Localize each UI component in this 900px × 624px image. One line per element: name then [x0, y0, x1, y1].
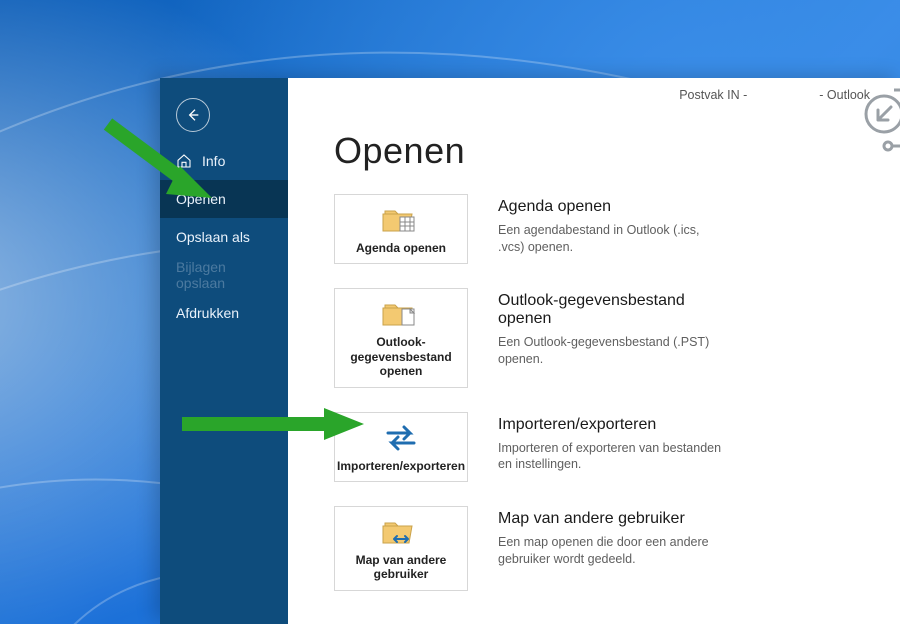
sidebar-item-label: Opslaan als [176, 229, 250, 245]
tile-agenda-openen[interactable]: Agenda openen [334, 194, 468, 264]
option-heading: Map van andere gebruiker [498, 510, 728, 528]
folder-shared-icon [382, 517, 420, 547]
option-text: Outlook-gegevensbestand openen Een Outlo… [498, 288, 728, 368]
backstage-content: Postvak IN - - Outlook Openen Agenda ope… [288, 78, 900, 624]
sidebar-item-bijlagen-opslaan: Bijlagen opslaan [160, 256, 288, 294]
home-icon [176, 153, 192, 169]
back-button[interactable] [176, 98, 210, 132]
titlebar-mailbox: Postvak IN - [679, 88, 747, 102]
option-heading: Importeren/exporteren [498, 416, 728, 434]
tile-label: Outlook-gegevensbestand openen [341, 335, 461, 378]
tile-label: Map van andere gebruiker [341, 553, 461, 582]
option-gegevensbestand-openen: Outlook-gegevensbestand openen Outlook-g… [334, 288, 870, 387]
sidebar-item-afdrukken[interactable]: Afdrukken [160, 294, 288, 332]
tile-gegevensbestand-openen[interactable]: Outlook-gegevensbestand openen [334, 288, 468, 387]
tile-importeren-exporteren[interactable]: Importeren/exporteren [334, 412, 468, 482]
sidebar-item-info[interactable]: Info [160, 142, 288, 180]
sidebar-item-label: Openen [176, 191, 226, 207]
folder-calendar-icon [382, 205, 420, 235]
option-text: Map van andere gebruiker Een map openen … [498, 506, 728, 568]
desktop-wallpaper: Info Openen Opslaan als Bijlagen opslaan… [0, 0, 900, 624]
option-desc: Een map openen die door een andere gebru… [498, 534, 728, 568]
option-heading: Agenda openen [498, 198, 728, 216]
option-text: Agenda openen Een agendabestand in Outlo… [498, 194, 728, 256]
option-desc: Een Outlook-gegevensbestand (.PST) opene… [498, 334, 728, 368]
page-title: Openen [334, 130, 870, 172]
arrow-left-icon [185, 107, 201, 123]
import-export-icon [382, 423, 420, 453]
option-agenda-openen: Agenda openen Agenda openen Een agendabe… [334, 194, 870, 264]
outlook-backstage-window: Info Openen Opslaan als Bijlagen opslaan… [160, 78, 900, 624]
tile-label: Importeren/exporteren [337, 459, 465, 473]
option-map-andere-gebruiker: Map van andere gebruiker Map van andere … [334, 506, 870, 591]
sidebar-item-openen[interactable]: Openen [160, 180, 288, 218]
option-importeren-exporteren: Importeren/exporteren Importeren/exporte… [334, 412, 870, 482]
page-watermark-icon [844, 78, 900, 174]
sidebar-item-label: Info [202, 153, 225, 169]
option-desc: Een agendabestand in Outlook (.ics, .vcs… [498, 222, 728, 256]
folder-datafile-icon [382, 299, 420, 329]
backstage-sidebar: Info Openen Opslaan als Bijlagen opslaan… [160, 78, 288, 624]
tile-map-andere-gebruiker[interactable]: Map van andere gebruiker [334, 506, 468, 591]
window-titlebar: Postvak IN - - Outlook [679, 88, 870, 102]
sidebar-item-opslaan-als[interactable]: Opslaan als [160, 218, 288, 256]
option-heading: Outlook-gegevensbestand openen [498, 292, 728, 328]
tile-label: Agenda openen [356, 241, 446, 255]
sidebar-item-label: Afdrukken [176, 305, 239, 321]
sidebar-item-label: Bijlagen opslaan [176, 259, 272, 291]
option-text: Importeren/exporteren Importeren of expo… [498, 412, 728, 474]
option-desc: Importeren of exporteren van bestanden e… [498, 440, 728, 474]
